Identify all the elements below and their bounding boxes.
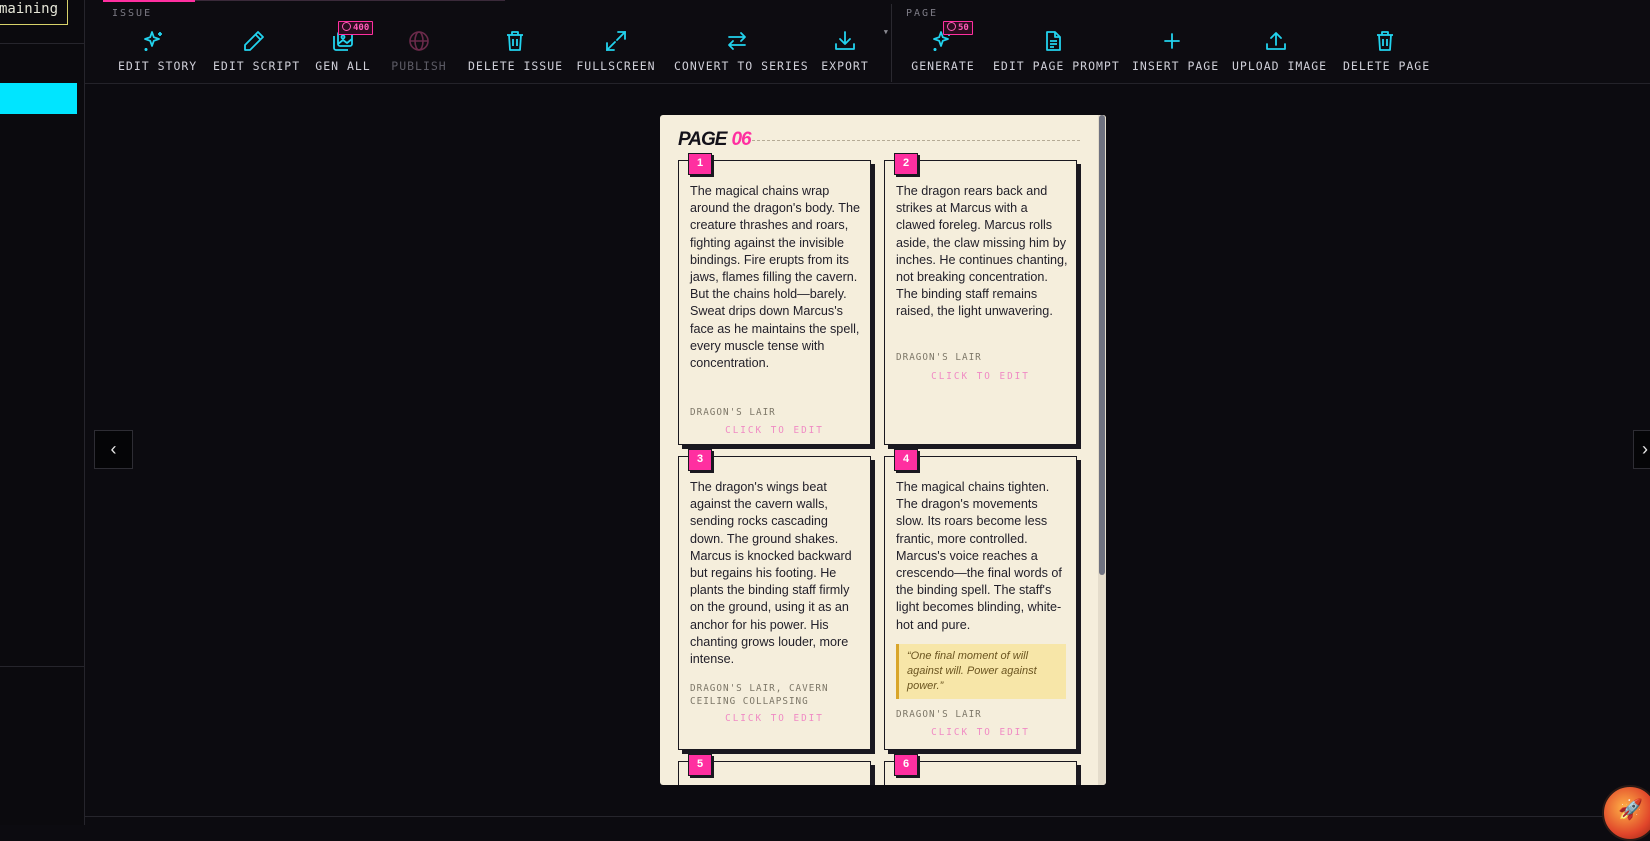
panel-description: The magical chains wrap around the drago… bbox=[690, 184, 860, 371]
panel-location: DRAGON'S LAIR, CAVERN CEILING COLLAPSING bbox=[690, 683, 829, 707]
panel-6[interactable]: 6 bbox=[884, 754, 1077, 785]
comic-page: PAGE 06 1 The magical chains wrap around … bbox=[660, 115, 1106, 785]
export-dropdown-caret: ▼ bbox=[883, 28, 888, 36]
credits-remaining-label: maining bbox=[0, 0, 68, 25]
download-icon bbox=[835, 31, 855, 50]
panel-location: DRAGON'S LAIR bbox=[896, 709, 982, 720]
panel-2[interactable]: 2 The dragon rears back and strikes at M… bbox=[884, 153, 1077, 445]
panel-location: DRAGON'S LAIR bbox=[896, 352, 982, 363]
document-icon bbox=[1046, 31, 1061, 51]
rocket-icon: 🚀 bbox=[1618, 799, 1643, 821]
panel-number: 3 bbox=[688, 449, 712, 471]
coin-icon bbox=[342, 22, 351, 31]
issue-group-label: ISSUE bbox=[112, 8, 153, 19]
page-scrollbar[interactable] bbox=[1098, 115, 1106, 785]
publish-label: PUBLISH bbox=[391, 59, 447, 73]
edit-page-prompt-button[interactable]: EDIT PAGE PROMPT bbox=[993, 26, 1120, 78]
sparkles-icon bbox=[144, 31, 162, 51]
chevron-left-icon: ‹ bbox=[110, 439, 117, 459]
sidebar-divider bbox=[0, 43, 84, 44]
gen-all-label: GEN ALL bbox=[315, 59, 371, 73]
edit-story-label: EDIT STORY bbox=[118, 59, 198, 73]
panel-description: The dragon's wings beat against the cave… bbox=[690, 480, 852, 667]
panel-5[interactable]: 5 bbox=[678, 754, 871, 785]
swap-arrows-icon bbox=[728, 32, 746, 50]
chevron-right-icon: › bbox=[1642, 439, 1648, 459]
toolbar: ISSUE PAGE EDIT STORY EDIT SCRIPT 400 GE… bbox=[85, 0, 1650, 84]
insert-page-button[interactable]: INSERT PAGE bbox=[1132, 26, 1220, 78]
click-to-edit-hint[interactable]: CLICK TO EDIT bbox=[885, 371, 1076, 382]
panel-1[interactable]: 1 The magical chains wrap around the dra… bbox=[678, 153, 871, 445]
publish-button[interactable]: PUBLISH bbox=[390, 26, 448, 78]
panel-number: 2 bbox=[894, 153, 918, 175]
panel-number: 5 bbox=[688, 754, 712, 776]
generate-label: GENERATE bbox=[911, 59, 975, 73]
page-title: PAGE 06 bbox=[678, 129, 752, 151]
gen-all-button[interactable]: 400 GEN ALL bbox=[315, 21, 374, 78]
trash-icon bbox=[507, 31, 523, 51]
fullscreen-label: FULLSCREEN bbox=[576, 59, 656, 73]
credit-cost-value: 50 bbox=[958, 23, 969, 33]
panel-number: 1 bbox=[688, 153, 712, 175]
sidebar: maining bbox=[0, 0, 85, 825]
credit-cost-badge: 400 bbox=[338, 21, 374, 35]
edit-story-button[interactable]: EDIT STORY bbox=[118, 26, 198, 78]
convert-to-series-label: CONVERT TO SERIES bbox=[674, 59, 809, 73]
delete-issue-button[interactable]: DELETE ISSUE bbox=[468, 26, 562, 78]
panel-description: The dragon rears back and strikes at Mar… bbox=[896, 184, 1068, 319]
progress-bar bbox=[103, 0, 195, 2]
panel-number: 4 bbox=[894, 449, 918, 471]
page-title-prefix: PAGE bbox=[678, 129, 727, 150]
delete-page-button[interactable]: DELETE PAGE bbox=[1343, 26, 1431, 78]
edit-script-label: EDIT SCRIPT bbox=[213, 59, 301, 73]
upload-icon bbox=[1266, 32, 1286, 50]
click-to-edit-hint[interactable]: CLICK TO EDIT bbox=[679, 425, 870, 436]
next-page-button[interactable]: › bbox=[1633, 430, 1650, 469]
expand-icon bbox=[606, 31, 626, 51]
assistant-fab-button[interactable]: 🚀 bbox=[1602, 785, 1650, 841]
sidebar-active-item[interactable] bbox=[0, 83, 77, 114]
delete-page-label: DELETE PAGE bbox=[1343, 59, 1431, 73]
credit-cost-badge: 50 bbox=[943, 21, 973, 35]
export-button[interactable]: ▼ EXPORT bbox=[820, 26, 888, 78]
credit-cost-value: 400 bbox=[353, 23, 370, 33]
panel-location: DRAGON'S LAIR bbox=[690, 407, 776, 418]
click-to-edit-hint[interactable]: CLICK TO EDIT bbox=[885, 727, 1076, 738]
group-divider bbox=[891, 4, 892, 82]
page-number: 06 bbox=[731, 129, 751, 150]
upload-image-button[interactable]: UPLOAD IMAGE bbox=[1232, 26, 1328, 78]
bottom-divider bbox=[85, 816, 1650, 817]
panel-3[interactable]: 3 The dragon's wings beat against the ca… bbox=[678, 449, 871, 750]
trash-icon bbox=[1377, 31, 1393, 51]
insert-page-label: INSERT PAGE bbox=[1132, 59, 1220, 73]
export-label: EXPORT bbox=[821, 59, 869, 73]
panel-description: The magical chains tighten. The dragon's… bbox=[896, 480, 1062, 632]
click-to-edit-hint[interactable]: CLICK TO EDIT bbox=[679, 713, 870, 724]
edit-page-prompt-label: EDIT PAGE PROMPT bbox=[993, 59, 1120, 73]
panel-4[interactable]: 4 The magical chains tighten. The dragon… bbox=[884, 449, 1077, 750]
generate-button[interactable]: 50 GENERATE bbox=[911, 21, 975, 78]
coin-icon bbox=[947, 22, 956, 31]
panel-number: 6 bbox=[894, 754, 918, 776]
sidebar-divider bbox=[0, 666, 84, 667]
previous-page-button[interactable]: ‹ bbox=[94, 430, 133, 469]
globe-icon bbox=[409, 31, 429, 51]
plus-icon bbox=[1164, 33, 1180, 49]
page-group-label: PAGE bbox=[906, 8, 939, 19]
upload-image-label: UPLOAD IMAGE bbox=[1232, 59, 1328, 73]
delete-issue-label: DELETE ISSUE bbox=[468, 59, 564, 73]
pencil-icon bbox=[244, 31, 264, 51]
fullscreen-button[interactable]: FULLSCREEN bbox=[576, 26, 656, 78]
convert-to-series-button[interactable]: CONVERT TO SERIES bbox=[674, 26, 809, 78]
dialogue-quote: “One final moment of will against will. … bbox=[896, 644, 1066, 699]
scrollbar-thumb[interactable] bbox=[1099, 115, 1105, 575]
page-title-rule bbox=[752, 140, 1080, 141]
edit-script-button[interactable]: EDIT SCRIPT bbox=[213, 26, 301, 78]
